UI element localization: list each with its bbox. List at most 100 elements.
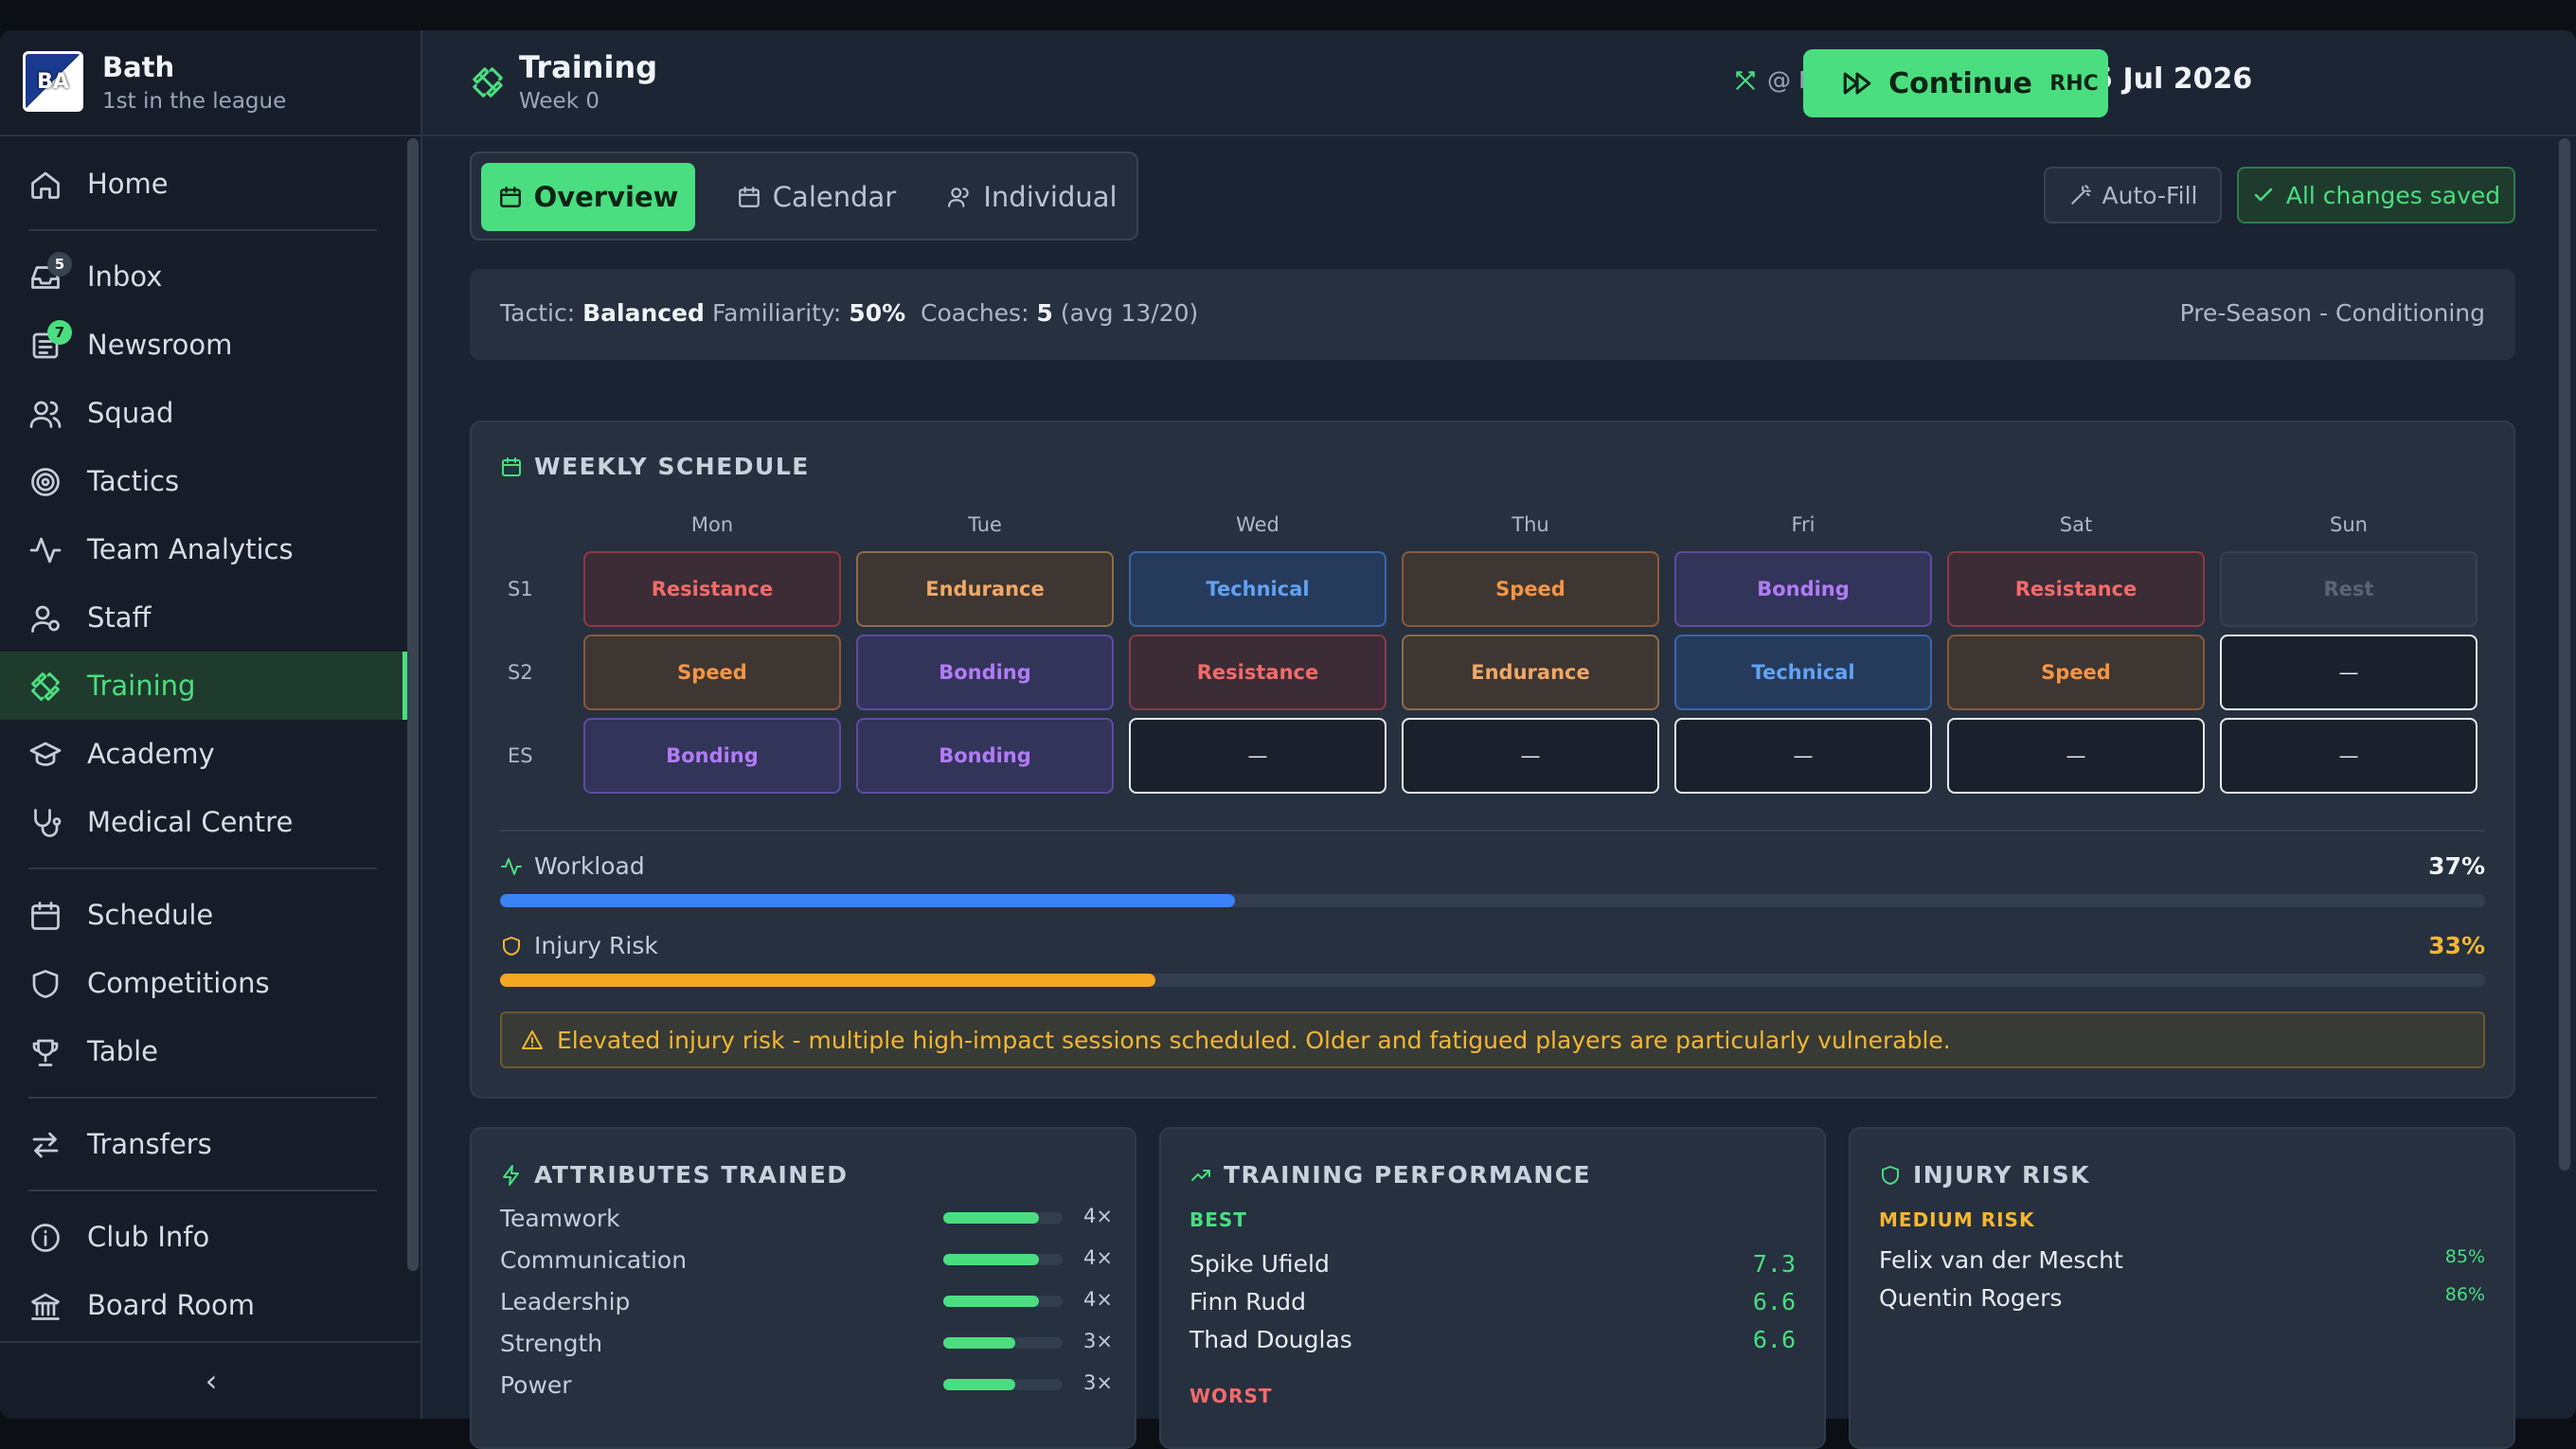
session-cell[interactable]: Bonding (856, 635, 1114, 710)
main-scrollbar[interactable] (2559, 138, 2570, 1171)
page-title: Training (519, 49, 658, 85)
sidebar-item-team-analytics[interactable]: Team Analytics (0, 515, 407, 583)
card-title-label: ATTRIBUTES TRAINED (534, 1161, 849, 1189)
shield-icon (1882, 1165, 1899, 1185)
attribute-row: Teamwork 4× (500, 1205, 1113, 1233)
attribute-bar (943, 1379, 1063, 1390)
newsroom-badge: 7 (47, 320, 72, 345)
sidebar-item-label: Team Analytics (87, 533, 294, 565)
page-header: Training Week 0 @ North London Sun, 5 Ju… (422, 30, 2576, 136)
fast-forward-icon (1843, 72, 1871, 95)
session-row-label: S1 (508, 578, 533, 600)
familiarity-value: 50% (849, 299, 906, 327)
sidebar-item-transfers[interactable]: Transfers (0, 1110, 407, 1178)
sidebar-item-schedule[interactable]: Schedule (0, 881, 407, 949)
best-player-row[interactable]: Thad Douglas 6.6 (1190, 1326, 1796, 1353)
player-name: Finn Rudd (1190, 1288, 1306, 1315)
attribute-count: 3× (1083, 1371, 1113, 1394)
manager-avatar[interactable]: RHC (2040, 49, 2108, 117)
sidebar-item-competitions[interactable]: Competitions (0, 949, 407, 1017)
sidebar-item-label: Schedule (87, 899, 214, 931)
crossed-swords-icon (1736, 70, 1755, 90)
attribute-bar-fill (943, 1212, 1039, 1224)
session-cell-empty[interactable]: — (1129, 718, 1386, 794)
tab-individual[interactable]: Individual (932, 163, 1133, 231)
session-cell[interactable]: Endurance (856, 551, 1114, 627)
trophy-icon (32, 1039, 59, 1066)
at-risk-player-row[interactable]: Quentin Rogers 86% (1879, 1284, 2485, 1312)
sidebar-item-label: Training (87, 670, 196, 702)
sidebar-item-table[interactable]: Table (0, 1017, 407, 1085)
dumbbell-icon (31, 672, 60, 701)
trending-up-icon (1191, 1169, 1210, 1181)
session-cell-empty[interactable]: — (2220, 635, 2478, 710)
attribute-row: Strength 3× (500, 1330, 1113, 1358)
injury-warning-alert: Elevated injury risk - multiple high-imp… (500, 1011, 2485, 1068)
tab-overview[interactable]: Overview (481, 163, 695, 231)
coaches-info: Coaches: 5 (avg 13/20) (921, 299, 1198, 327)
attribute-bar-fill (943, 1296, 1039, 1307)
club-header[interactable]: BA Bath 1st in the league (0, 30, 422, 136)
tab-calendar[interactable]: Calendar (712, 163, 921, 231)
workload-value: 37% (2428, 852, 2485, 880)
home-icon (31, 171, 60, 199)
injury-risk-bar-fill (500, 974, 1155, 987)
tab-label: Individual (983, 181, 1118, 213)
users-icon (29, 401, 62, 428)
worst-label: WORST (1190, 1385, 1273, 1407)
session-cell[interactable]: Speed (1402, 551, 1659, 627)
session-cell[interactable]: Endurance (1402, 635, 1659, 710)
sidebar-item-medical-centre[interactable]: Medical Centre (0, 788, 407, 856)
sidebar-item-board-room[interactable]: Board Room (0, 1271, 407, 1339)
sidebar-item-academy[interactable]: Academy (0, 720, 407, 788)
sidebar-item-home[interactable]: Home (0, 150, 407, 218)
auto-fill-button[interactable]: Auto-Fill (2044, 167, 2222, 224)
view-tabs: Overview Calendar Individual (470, 152, 1138, 241)
sidebar-item-staff[interactable]: Staff (0, 583, 407, 652)
session-cell[interactable]: Resistance (583, 551, 841, 627)
session-cell-empty[interactable]: — (1947, 718, 2205, 794)
day-header-thu: Thu (1512, 513, 1549, 536)
session-cell[interactable]: Technical (1129, 551, 1386, 627)
shield-icon (32, 970, 59, 998)
continue-button[interactable]: Continue (1803, 49, 2070, 117)
player-name: Felix van der Mescht (1879, 1246, 2123, 1274)
sidebar-item-club-info[interactable]: Club Info (0, 1203, 407, 1271)
chevron-left-icon: ‹ (205, 1363, 218, 1399)
target-icon (31, 468, 60, 496)
session-cell[interactable]: Bonding (1674, 551, 1932, 627)
session-cell[interactable]: Technical (1674, 635, 1932, 710)
session-cell[interactable]: Bonding (856, 718, 1114, 794)
info-icon (31, 1224, 60, 1252)
player-risk-value: 85% (2444, 1246, 2485, 1267)
sidebar-scrollbar[interactable] (407, 138, 419, 1271)
auto-fill-label: Auto-Fill (2102, 181, 2198, 209)
session-cell[interactable]: Speed (1947, 635, 2205, 710)
sidebar-item-label: Club Info (87, 1221, 210, 1253)
lightning-icon (503, 1164, 519, 1186)
sidebar-item-newsroom[interactable]: 7 Newsroom (0, 311, 407, 379)
best-player-row[interactable]: Finn Rudd 6.6 (1190, 1288, 1796, 1315)
sidebar-item-tactics[interactable]: Tactics (0, 447, 407, 515)
warning-triangle-icon (522, 1030, 543, 1049)
best-player-row[interactable]: Spike Ufield 7.3 (1190, 1250, 1796, 1278)
session-cell-empty[interactable]: — (1402, 718, 1659, 794)
session-cell-empty[interactable]: — (1674, 718, 1932, 794)
tactic-info: Tactic: Balanced (500, 299, 705, 327)
injury-risk-card-title: INJURY RISK (1879, 1161, 2090, 1189)
sidebar-item-inbox[interactable]: 5 Inbox (0, 242, 407, 311)
sidebar-item-training[interactable]: Training (0, 652, 407, 720)
calendar-icon (499, 187, 521, 207)
workload-bar-fill (500, 894, 1235, 907)
at-risk-player-row[interactable]: Felix van der Mescht 85% (1879, 1246, 2485, 1274)
collapse-sidebar-button[interactable]: ‹ (0, 1341, 422, 1419)
medium-risk-label: MEDIUM RISK (1879, 1208, 2035, 1231)
session-cell[interactable]: Resistance (1947, 551, 2205, 627)
sidebar-item-squad[interactable]: Squad (0, 379, 407, 447)
session-cell[interactable]: Bonding (583, 718, 841, 794)
player-score: 6.6 (1752, 1288, 1796, 1315)
session-cell[interactable]: Speed (583, 635, 841, 710)
session-cell[interactable]: Resistance (1129, 635, 1386, 710)
session-cell-empty[interactable]: — (2220, 718, 2478, 794)
injury-risk-value: 33% (2428, 932, 2485, 959)
